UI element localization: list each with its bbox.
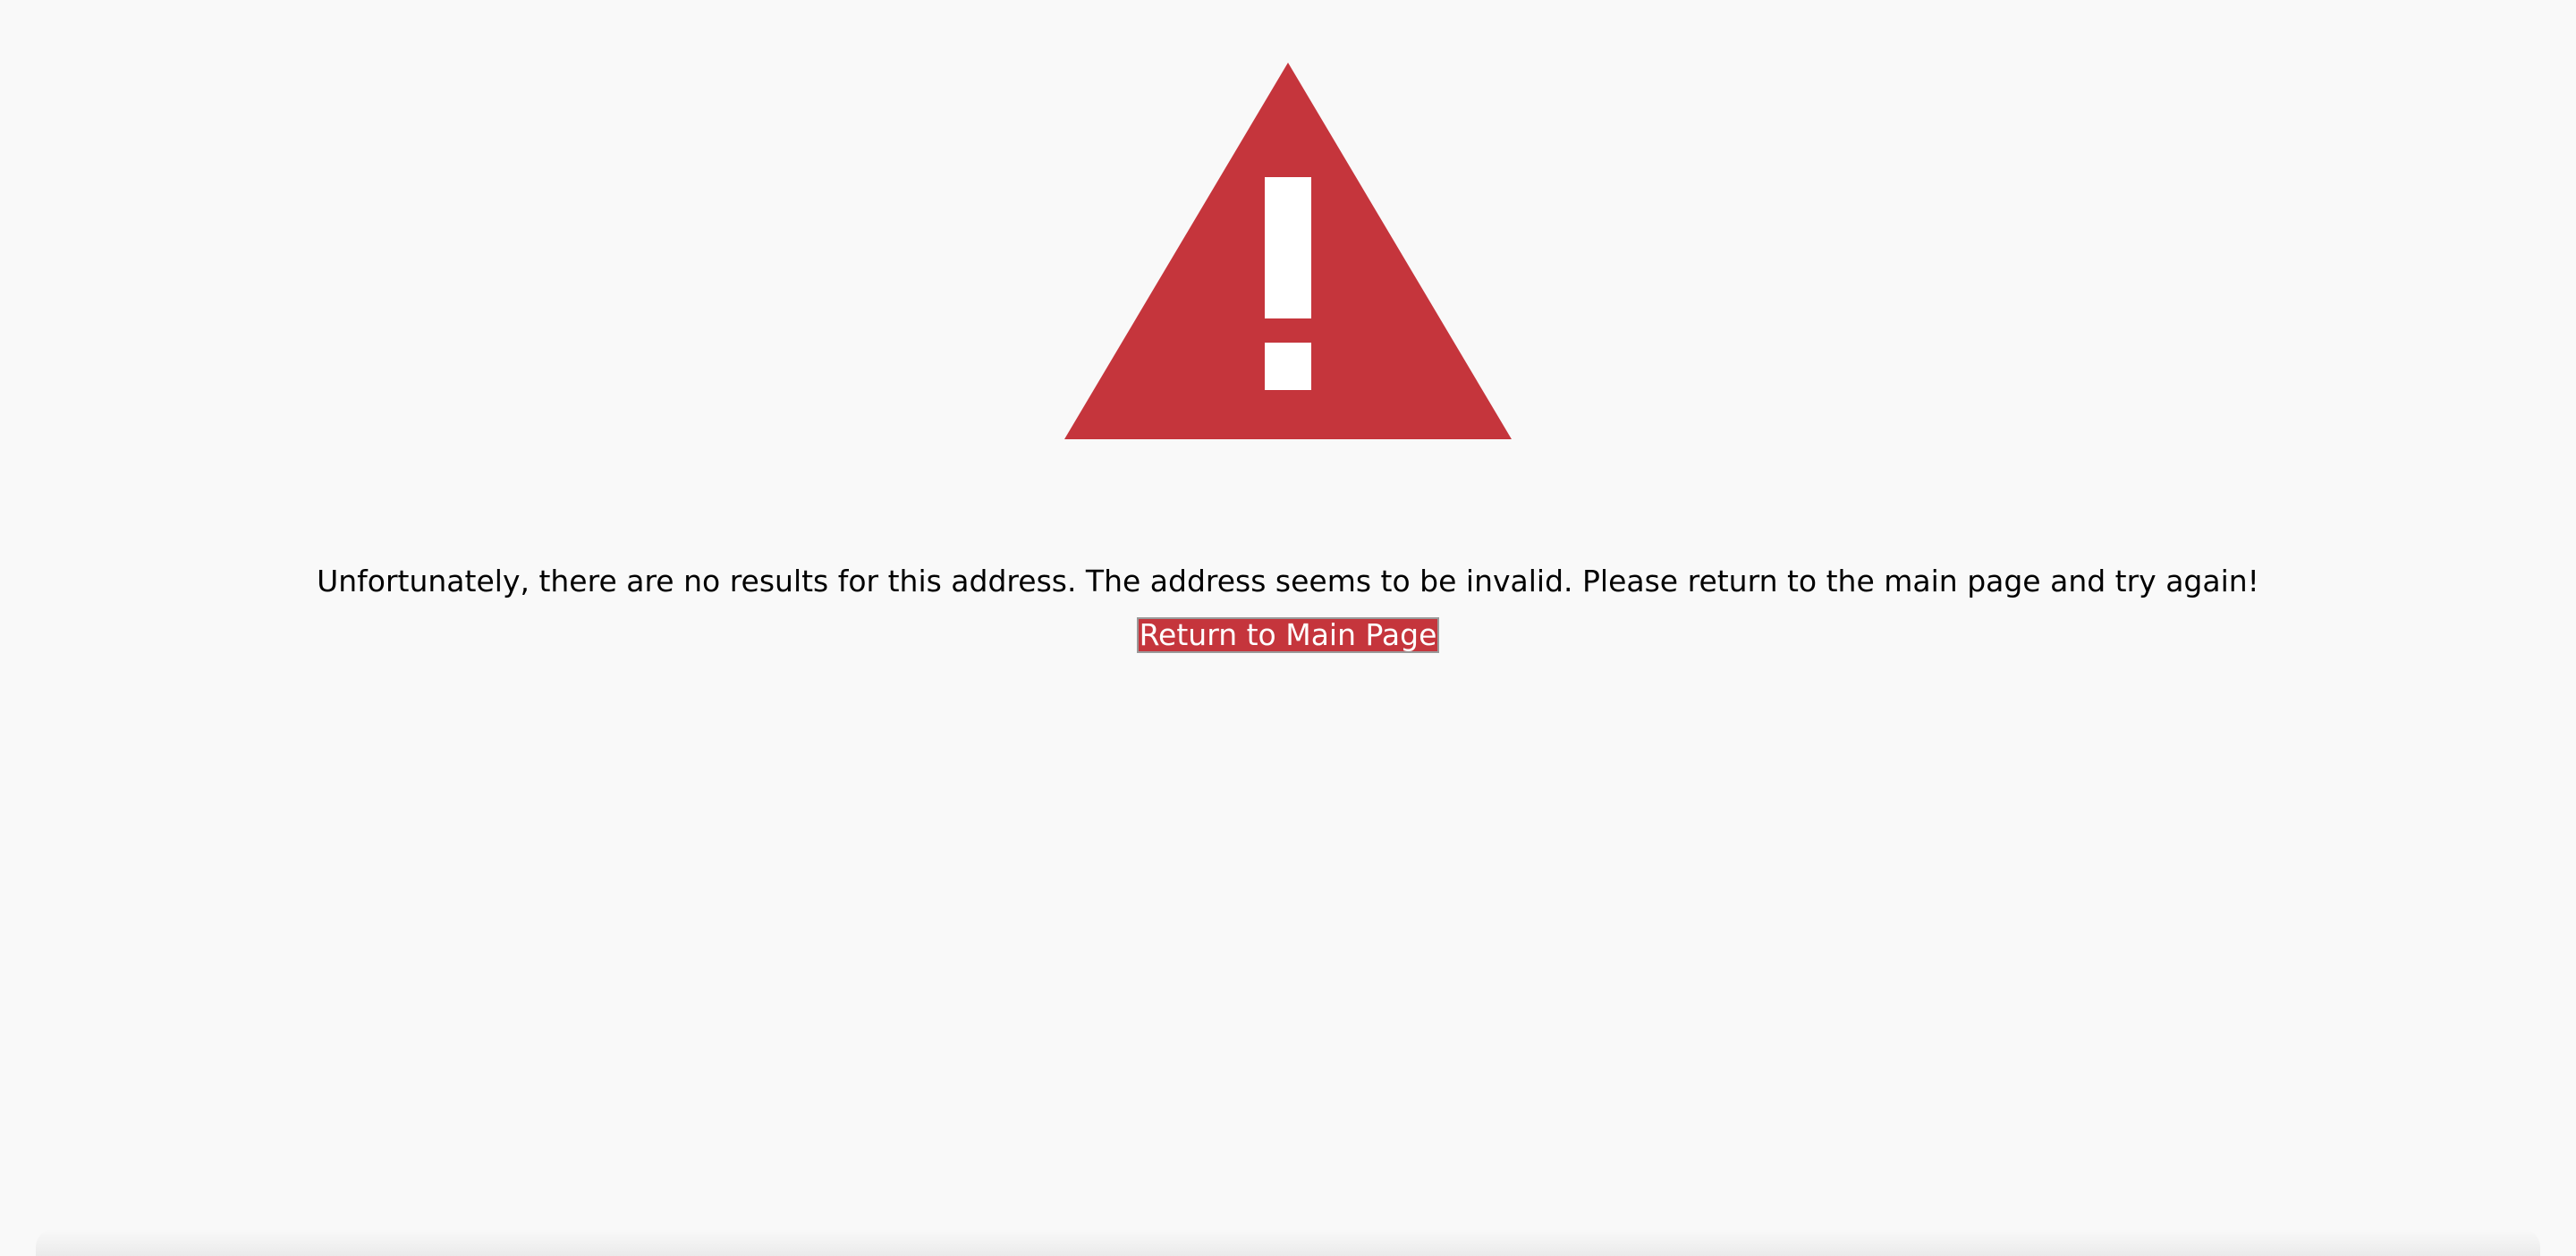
bottom-edge-shadow [36,1229,2540,1256]
return-to-main-page-button[interactable]: Return to Main Page [1136,617,1440,653]
error-message: Unfortunately, there are no results for … [317,564,2259,598]
error-page: Unfortunately, there are no results for … [0,0,2576,1256]
warning-triangle-icon [1064,63,1512,439]
button-row: Return to Main Page [0,617,2576,653]
